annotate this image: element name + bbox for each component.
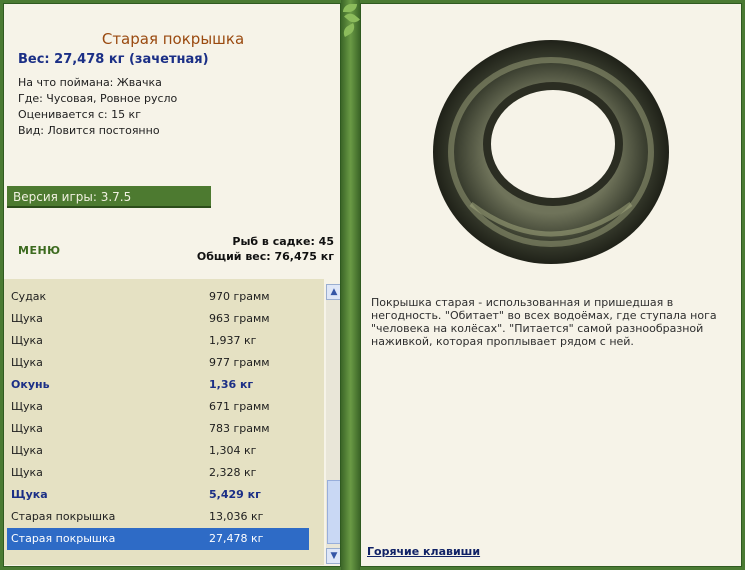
vine-divider [340, 0, 360, 570]
vine-leaf [340, 23, 358, 37]
fish-title: Старая покрышка [101, 30, 245, 48]
list-item-weight: 27,478 кг [209, 532, 264, 545]
list-item-name: Щука [11, 356, 43, 369]
item-description: Покрышка старая - использованная и прише… [371, 296, 717, 348]
list-item-name: Щука [11, 488, 48, 501]
game-version-bar: Версия игры: 3.7.5 [7, 186, 211, 208]
list-item-weight: 977 грамм [209, 356, 270, 369]
list-item-name: Старая покрышка [11, 532, 116, 545]
list-item[interactable]: Щука 5,429 кг [7, 484, 309, 506]
list-item-name: Щука [11, 466, 43, 479]
caught-on-text: На что поймана: Жвачка [18, 76, 162, 89]
list-item[interactable]: Щука 2,328 кг [7, 462, 309, 484]
kind-text: Вид: Ловится постоянно [18, 124, 160, 137]
list-item[interactable]: Щука 1,304 кг [7, 440, 309, 462]
location-text: Где: Чусовая, Ровное русло [18, 92, 178, 105]
scrollbar-thumb[interactable] [327, 480, 340, 544]
list-item-weight: 13,036 кг [209, 510, 264, 523]
scroll-down-arrow-icon[interactable]: ▼ [326, 548, 340, 564]
list-item-name: Щука [11, 444, 43, 457]
list-item[interactable]: Старая покрышка 13,036 кг [7, 506, 309, 528]
scroll-up-arrow-icon[interactable]: ▲ [326, 284, 340, 300]
list-item-weight: 970 грамм [209, 290, 270, 303]
list-item-name: Окунь [11, 378, 50, 391]
old-tyre-image [433, 40, 669, 264]
vine-leaf [343, 4, 357, 12]
hotkeys-link[interactable]: Горячие клавиши [367, 545, 480, 558]
list-item[interactable]: Судак 970 грамм [7, 286, 309, 308]
list-item[interactable]: Окунь 1,36 кг [7, 374, 309, 396]
total-weight: Общий вес: 76,475 кг [196, 250, 334, 263]
list-item-weight: 1,937 кг [209, 334, 257, 347]
list-item-name: Щука [11, 422, 43, 435]
list-item-name: Старая покрышка [11, 510, 116, 523]
list-item-weight: 783 грамм [209, 422, 270, 435]
list-item-weight: 2,328 кг [209, 466, 257, 479]
fish-count: Рыб в садке: 45 [232, 235, 334, 248]
list-item-name: Щука [11, 400, 43, 413]
fish-info-panel: Старая покрышка Вес: 27,478 кг (зачетная… [3, 3, 341, 567]
list-item[interactable]: Щука 977 грамм [7, 352, 309, 374]
list-item-name: Щука [11, 334, 43, 347]
item-detail-panel: Покрышка старая - использованная и прише… [360, 3, 742, 567]
list-item-weight: 5,429 кг [209, 488, 261, 501]
list-item-weight: 1,36 кг [209, 378, 254, 391]
catch-stats: Рыб в садке: 45 Общий вес: 76,475 кг [197, 234, 334, 264]
list-item[interactable]: Щука 1,937 кг [7, 330, 309, 352]
list-item[interactable]: Щука 671 грамм [7, 396, 309, 418]
list-item-weight: 1,304 кг [209, 444, 257, 457]
valued-from-text: Оценивается с: 15 кг [18, 108, 141, 121]
fish-weight: Вес: 27,478 кг (зачетная) [18, 52, 209, 67]
list-item[interactable]: Щука 783 грамм [7, 418, 309, 440]
menu-button[interactable]: МЕНЮ [18, 244, 61, 257]
list-item[interactable]: Старая покрышка 27,478 кг [7, 528, 309, 550]
list-item[interactable]: Щука 963 грамм [7, 308, 309, 330]
list-item-weight: 671 грамм [209, 400, 270, 413]
list-item-name: Щука [11, 312, 43, 325]
catch-list-scrollbar[interactable]: ▲ ▼ [326, 284, 340, 564]
list-item-name: Судак [11, 290, 47, 303]
list-item-weight: 963 грамм [209, 312, 270, 325]
catch-list[interactable]: Судак 970 грамм Щука 963 грамм Щука 1,937 кг Щ… [4, 279, 324, 565]
